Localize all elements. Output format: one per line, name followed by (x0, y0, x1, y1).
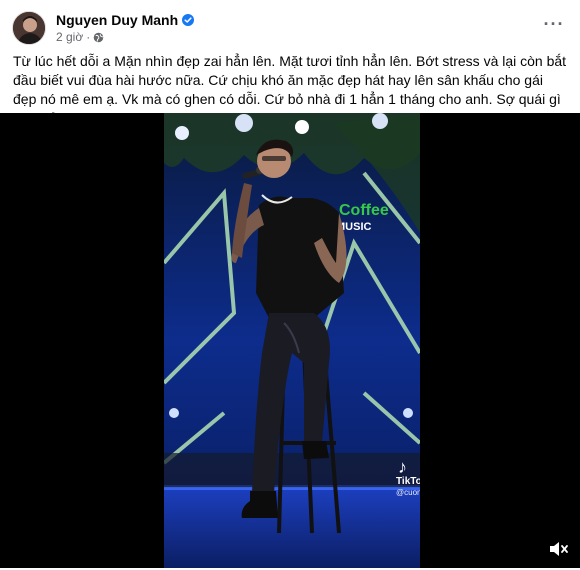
author-name-row: Nguyen Duy Manh (56, 12, 195, 28)
post-video[interactable]: Coffee MUSIC ♪ TikTo @cuon (0, 113, 580, 568)
video-scene: Coffee MUSIC (164, 113, 420, 568)
video-frame[interactable]: Coffee MUSIC ♪ TikTo @cuon (164, 113, 420, 568)
tiktok-handle: @cuongbao (396, 488, 420, 497)
globe-icon[interactable] (93, 32, 104, 43)
avatar-image (13, 12, 45, 44)
author-name[interactable]: Nguyen Duy Manh (56, 12, 178, 28)
meta-separator: · (86, 30, 91, 44)
volume-muted-icon[interactable] (548, 540, 570, 558)
tiktok-watermark: ♪ TikTok @cuongbao (396, 458, 420, 498)
post-header: Nguyen Duy Manh 2 giờ · (12, 10, 195, 46)
post-timestamp[interactable]: 2 giờ (56, 30, 83, 44)
author-meta: Nguyen Duy Manh 2 giờ · (56, 12, 195, 44)
post-meta-row: 2 giờ · (56, 30, 194, 44)
verified-badge-icon (182, 14, 195, 26)
author-avatar[interactable] (12, 11, 46, 45)
tiktok-logo-icon: ♪ (398, 457, 407, 477)
stage-sign-coffee: Coffee (339, 202, 389, 219)
facebook-post-card: Nguyen Duy Manh 2 giờ · ··· Từ lúc hết d… (0, 0, 580, 570)
more-options-icon[interactable]: ··· (542, 14, 566, 34)
tiktok-label: TikTok (396, 476, 420, 487)
